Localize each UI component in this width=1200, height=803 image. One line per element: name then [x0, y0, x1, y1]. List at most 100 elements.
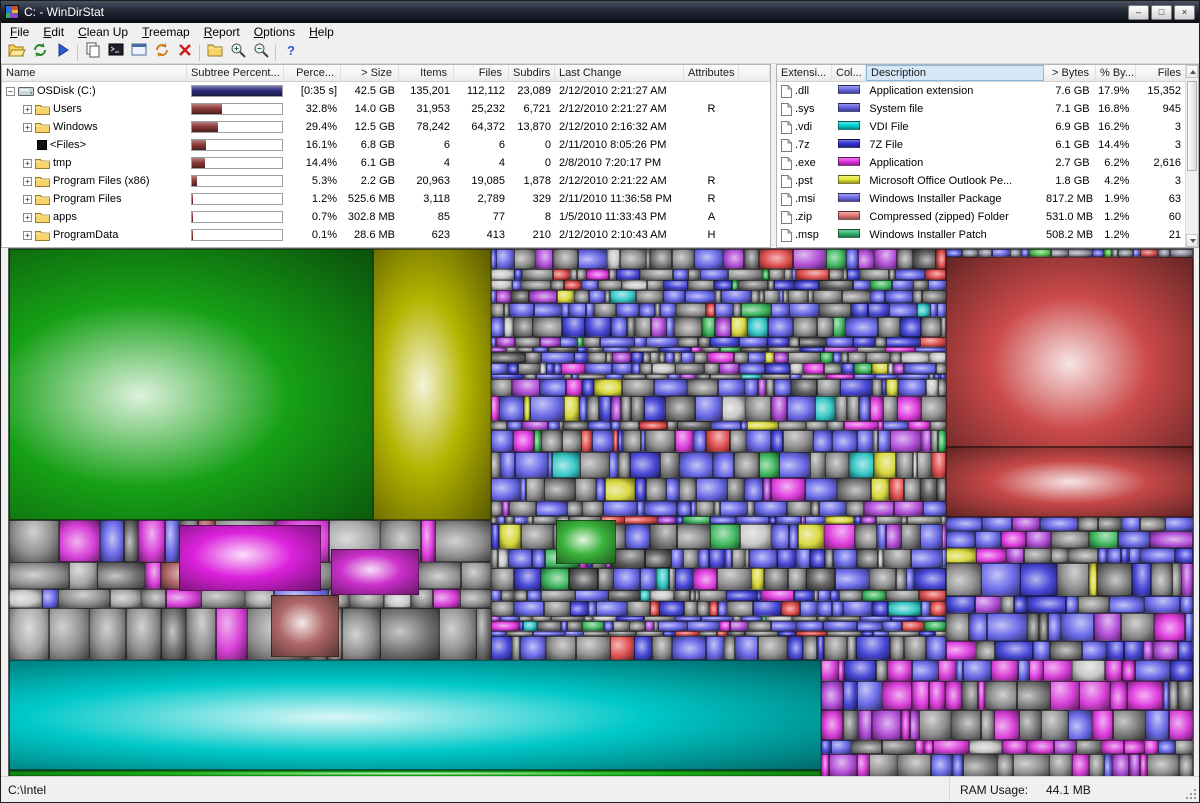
treemap-block[interactable]	[739, 363, 765, 374]
treemap-block[interactable]	[677, 421, 711, 430]
treemap-block[interactable]	[911, 549, 942, 568]
column-header-subtree-percent[interactable]: Subtree Percent...	[187, 65, 284, 81]
treemap[interactable]	[9, 249, 1193, 777]
treemap-block[interactable]	[636, 290, 663, 303]
column-header-attributes[interactable]: Attributes	[684, 65, 739, 81]
treemap-block[interactable]	[776, 516, 801, 524]
treemap-block[interactable]	[660, 303, 676, 317]
treemap-block[interactable]	[522, 269, 553, 280]
treemap-block[interactable]	[748, 352, 765, 363]
treemap-cushion-red-bottom[interactable]	[946, 447, 1193, 517]
treemap-block[interactable]	[1057, 563, 1089, 596]
treemap-block[interactable]	[594, 379, 622, 396]
treemap-block[interactable]	[883, 549, 911, 568]
treemap-block[interactable]	[607, 249, 620, 269]
treemap-block[interactable]	[640, 590, 650, 601]
treemap-block[interactable]	[1024, 548, 1051, 563]
treemap-block[interactable]	[831, 740, 851, 754]
treemap-block[interactable]	[871, 478, 889, 501]
treemap-block[interactable]	[747, 317, 768, 337]
treemap-block[interactable]	[951, 710, 981, 740]
treemap-block[interactable]	[1104, 754, 1112, 777]
treemap-block[interactable]	[643, 352, 650, 363]
treemap-block[interactable]	[650, 352, 659, 363]
treemap-block[interactable]	[886, 337, 920, 347]
treemap-block[interactable]	[887, 660, 912, 681]
treemap-block[interactable]	[514, 269, 522, 280]
treemap-block[interactable]	[504, 317, 513, 337]
treemap-block[interactable]	[1133, 249, 1140, 257]
treemap-block[interactable]	[771, 478, 805, 501]
treemap-block[interactable]	[854, 363, 872, 374]
treemap-block[interactable]	[1049, 754, 1072, 777]
treemap-block[interactable]	[811, 501, 819, 516]
treemap-block[interactable]	[639, 303, 655, 317]
treemap-block[interactable]	[956, 660, 963, 681]
treemap-block[interactable]	[616, 269, 640, 280]
treemap-block[interactable]	[580, 452, 609, 478]
treemap-block[interactable]	[771, 430, 783, 452]
treemap-block[interactable]	[815, 396, 835, 421]
treemap-block[interactable]	[1181, 563, 1193, 596]
treemap-block[interactable]	[1066, 596, 1078, 613]
treemap-block[interactable]	[509, 303, 534, 317]
treemap-block[interactable]	[754, 501, 787, 516]
tree-expander[interactable]: +	[23, 230, 32, 240]
treemap-block[interactable]	[1144, 740, 1158, 754]
treemap-block[interactable]	[520, 636, 546, 660]
treemap-block[interactable]	[1089, 563, 1097, 596]
title-bar[interactable]: C: - WinDirStat – □ ×	[1, 1, 1199, 23]
treemap-block[interactable]	[963, 754, 997, 777]
treemap-block[interactable]	[810, 452, 825, 478]
treemap-block[interactable]	[521, 280, 551, 290]
treemap-block[interactable]	[751, 568, 764, 590]
treemap-block[interactable]	[1121, 548, 1129, 563]
treemap-block[interactable]	[1175, 548, 1193, 563]
treemap-block[interactable]	[624, 516, 657, 524]
treemap-block[interactable]	[500, 452, 515, 478]
treemap-block[interactable]	[847, 636, 856, 660]
column-header-subdirs[interactable]: Subdirs	[509, 65, 555, 81]
extension-scrollbar[interactable]	[1185, 65, 1198, 247]
treemap-block[interactable]	[1001, 596, 1014, 613]
treemap-block[interactable]	[541, 568, 569, 590]
treemap-block[interactable]	[745, 396, 771, 421]
treemap-block[interactable]	[758, 636, 787, 660]
extension-row[interactable]: .7z 7Z File 6.1 GB 14.4% 3	[777, 136, 1185, 154]
treemap-block[interactable]	[1068, 249, 1092, 257]
treemap-block[interactable]	[946, 517, 982, 531]
treemap-block[interactable]	[917, 303, 930, 317]
treemap-block[interactable]	[806, 568, 835, 590]
treemap-block[interactable]	[1113, 710, 1145, 740]
treemap-block[interactable]	[673, 269, 688, 280]
treemap-block[interactable]	[739, 337, 767, 347]
treemap-block[interactable]	[858, 249, 874, 269]
treemap-block[interactable]	[585, 317, 611, 337]
treemap-block[interactable]	[166, 589, 201, 608]
treemap-block[interactable]	[637, 501, 644, 516]
treemap-block[interactable]	[938, 379, 946, 396]
treemap-block[interactable]	[696, 501, 714, 516]
treemap-block[interactable]	[1140, 517, 1165, 531]
treemap-block[interactable]	[946, 563, 981, 596]
treemap-block[interactable]	[846, 249, 858, 269]
treemap-block[interactable]	[650, 249, 672, 269]
treemap-block[interactable]	[585, 363, 612, 374]
treemap-block[interactable]	[1061, 613, 1094, 641]
treemap-block[interactable]	[515, 337, 540, 347]
treemap-block[interactable]	[678, 337, 698, 347]
treemap-block[interactable]	[913, 249, 936, 269]
treemap-block[interactable]	[605, 478, 635, 501]
treemap-block[interactable]	[683, 516, 710, 524]
treemap-block[interactable]	[534, 303, 561, 317]
treemap-block[interactable]	[491, 590, 501, 601]
treemap-block[interactable]	[588, 352, 606, 363]
treemap-block[interactable]	[534, 430, 541, 452]
treemap-block[interactable]	[502, 501, 509, 516]
treemap-block[interactable]	[576, 636, 610, 660]
treemap-block[interactable]	[413, 562, 461, 589]
treemap-block[interactable]	[709, 601, 718, 616]
resize-grip[interactable]	[1185, 788, 1197, 800]
treemap-block[interactable]	[936, 249, 946, 269]
treemap-block[interactable]	[630, 452, 660, 478]
